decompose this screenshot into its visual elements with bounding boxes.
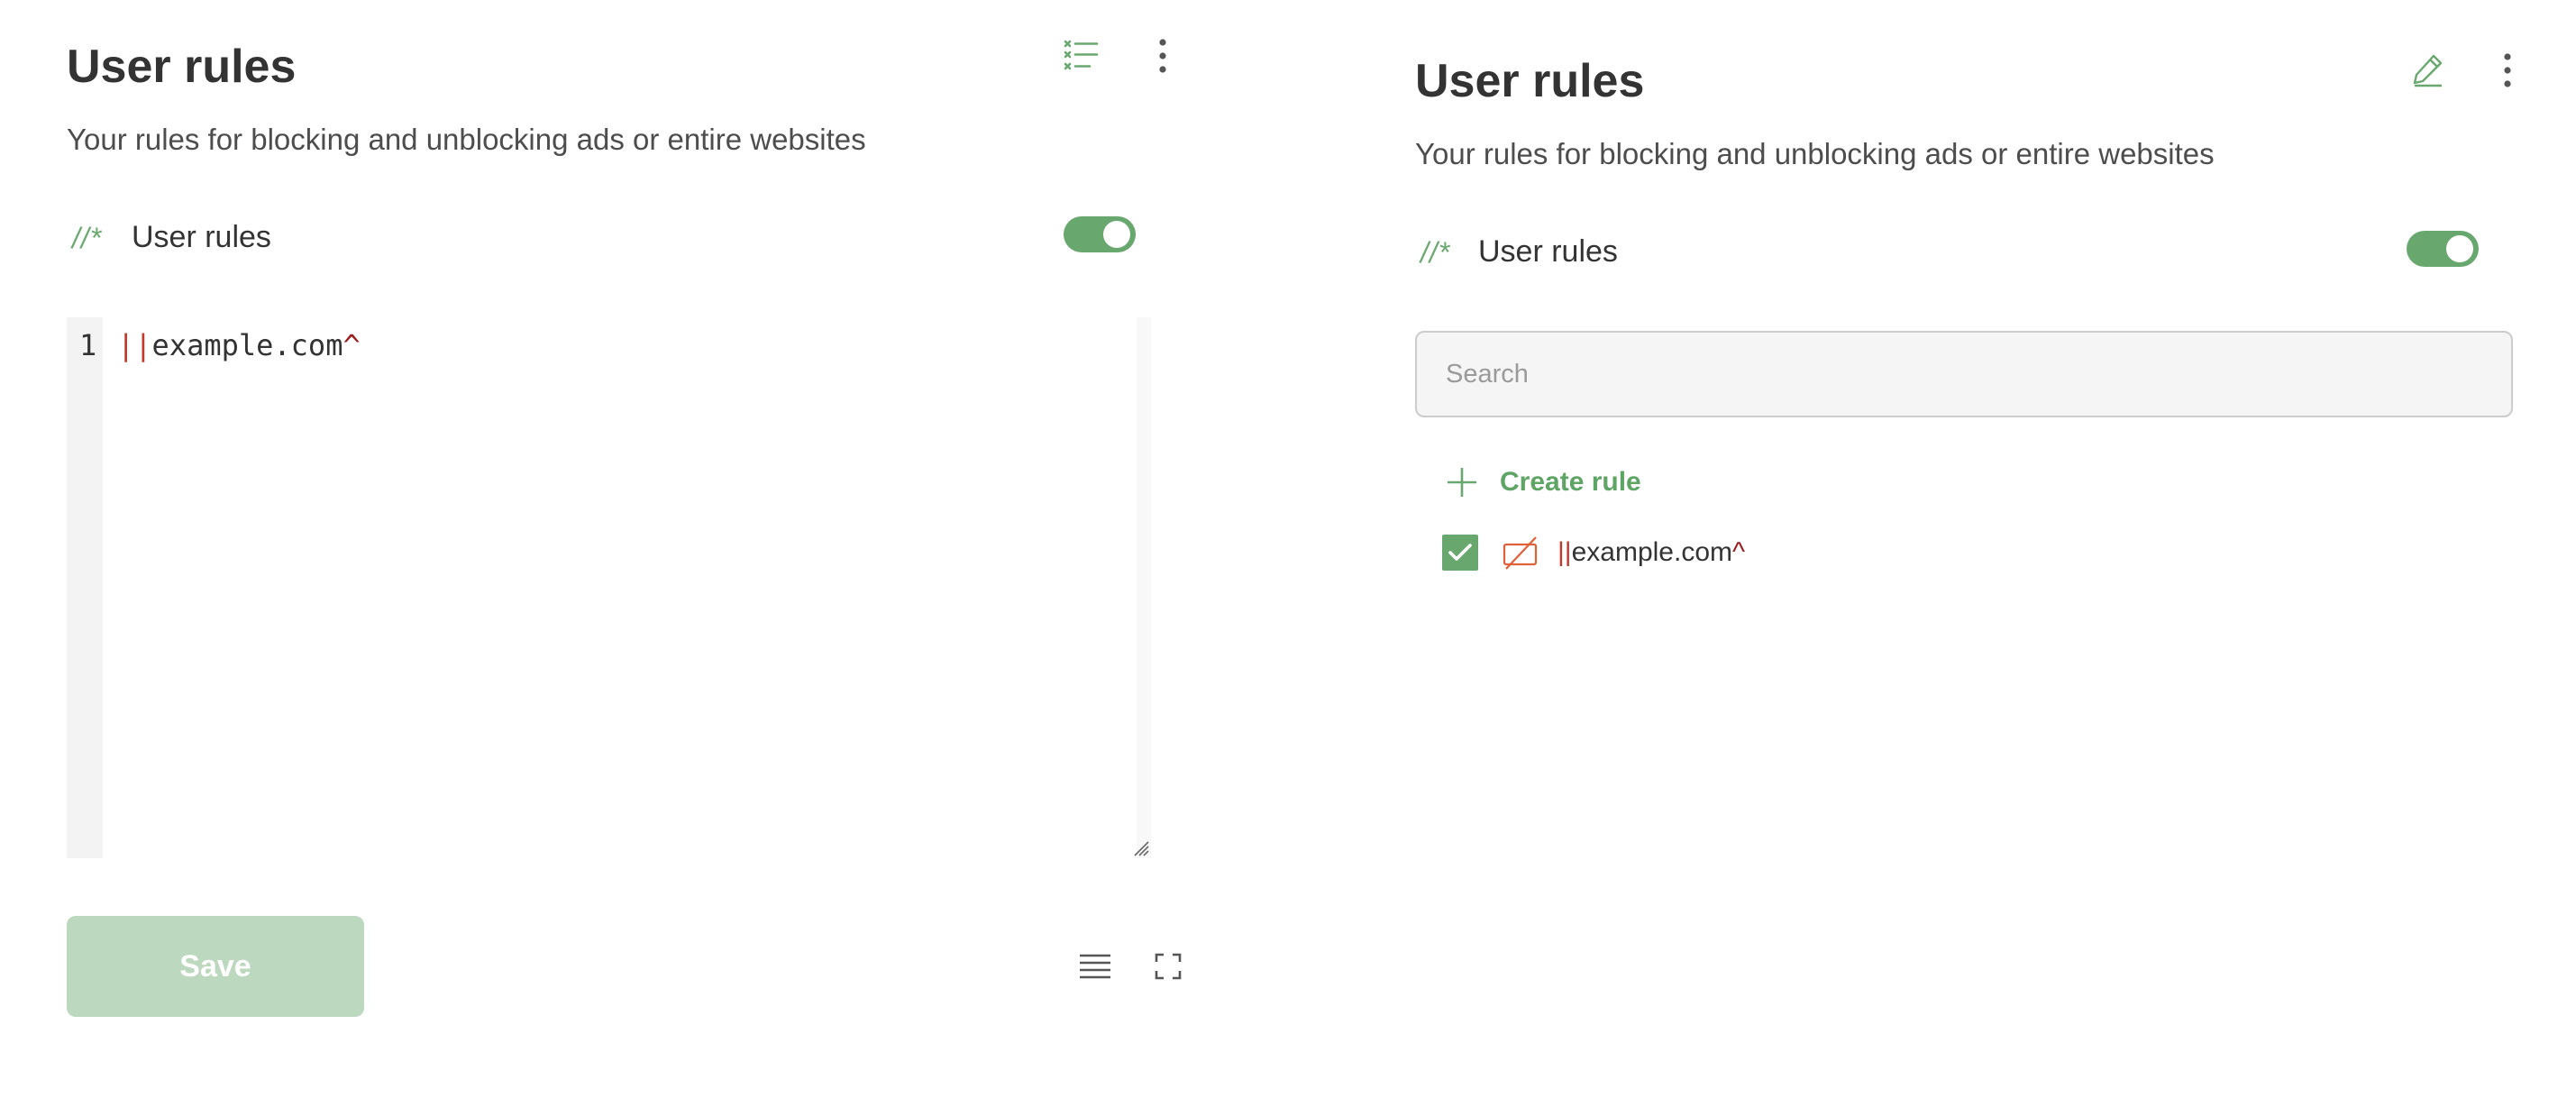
user-rules-editor-panel: User rules Your rules for blocking and u… — [0, 0, 1226, 1098]
more-vertical-icon[interactable] — [1136, 29, 1190, 83]
edit-pencil-icon[interactable] — [2401, 43, 2455, 97]
list-view-icon[interactable] — [1055, 29, 1109, 83]
rule-domain: example.com — [151, 328, 343, 362]
fullscreen-icon[interactable] — [1141, 939, 1195, 993]
user-rules-icon: //* — [72, 222, 103, 254]
more-vertical-icon[interactable] — [2480, 43, 2535, 97]
code-line[interactable]: ||example.com^ — [117, 328, 361, 362]
user-rules-label: User rules — [1478, 234, 1618, 269]
user-rules-icon: //* — [1420, 236, 1451, 269]
rule-enabled-checkbox[interactable] — [1442, 535, 1478, 571]
editor-scroll-track — [1137, 317, 1151, 858]
rule-prefix: || — [1557, 537, 1572, 567]
plus-icon — [1446, 466, 1478, 499]
page-title: User rules — [67, 41, 297, 93]
rules-code-editor[interactable]: 1 ||example.com^ — [67, 317, 1151, 858]
page-subtitle: Your rules for blocking and unblocking a… — [1415, 137, 2215, 170]
toggle-knob — [2446, 235, 2473, 262]
user-rules-toggle[interactable] — [2407, 231, 2479, 267]
save-button[interactable]: Save — [67, 916, 364, 1017]
search-input[interactable] — [1415, 331, 2513, 417]
create-rule-label: Create rule — [1500, 467, 1641, 497]
page-subtitle: Your rules for blocking and unblocking a… — [67, 123, 866, 156]
user-rules-label: User rules — [132, 220, 271, 254]
user-rules-toggle[interactable] — [1064, 216, 1136, 252]
line-number: 1 — [79, 328, 97, 362]
blocking-rule-icon — [1502, 535, 1539, 571]
toggle-knob — [1103, 221, 1130, 248]
list-item: ||example.com^ — [1442, 530, 1745, 575]
editor-gutter — [67, 317, 103, 858]
rule-prefix: || — [117, 328, 152, 362]
rule-text[interactable]: ||example.com^ — [1557, 539, 1745, 566]
wrap-lines-icon[interactable] — [1068, 939, 1122, 993]
resize-handle-icon[interactable] — [1133, 840, 1149, 856]
rule-suffix: ^ — [343, 328, 361, 362]
page-title: User rules — [1415, 55, 1645, 107]
create-rule-button[interactable]: Create rule — [1446, 460, 1641, 505]
rule-suffix: ^ — [1732, 537, 1746, 567]
rule-domain: example.com — [1571, 537, 1732, 567]
user-rules-list-panel: User rules Your rules for blocking and u… — [1352, 0, 2576, 1098]
